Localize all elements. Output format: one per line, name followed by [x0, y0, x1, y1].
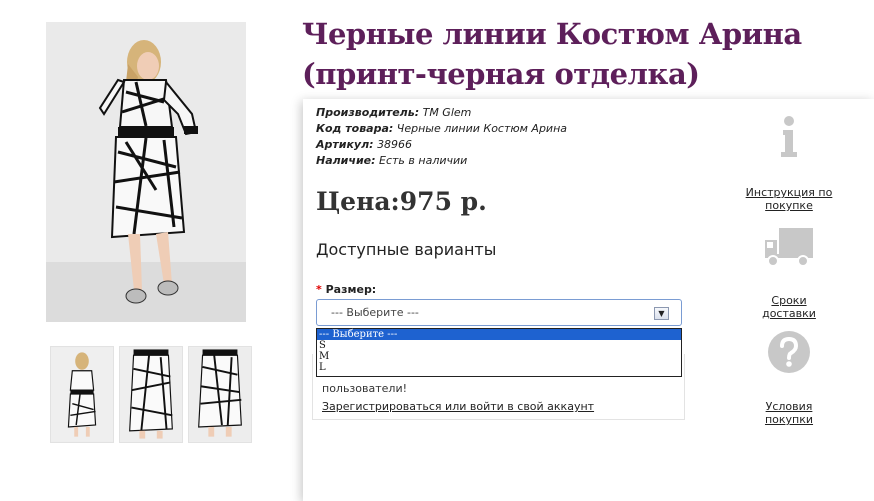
delivery-terms-link[interactable]: Сроки доставки [743, 294, 835, 320]
size-dropdown-list[interactable]: --- Выберите --- S M L [316, 328, 682, 377]
spec-product-code: Код товара: Черные линии Костюм Арина [316, 122, 568, 135]
thumbnail-2-image [120, 347, 182, 442]
purchase-conditions-link[interactable]: Условия покупки [742, 400, 836, 426]
product-title: Черные линии Костюм Арина (принт-черная … [302, 17, 802, 91]
thumbnail-3-image [189, 347, 251, 442]
info-icon [781, 116, 797, 157]
purchase-instructions-link[interactable]: Инструкция по покупке [723, 186, 855, 212]
available-options-heading: Доступные варианты [316, 240, 497, 259]
triangle-down-icon[interactable]: ▼ [654, 307, 669, 320]
truck-icon [765, 228, 813, 267]
main-product-photo[interactable] [46, 22, 246, 322]
product-page: Черные линии Костюм Арина (принт-черная … [0, 0, 874, 501]
size-option[interactable]: S [317, 340, 681, 351]
thumbnail-1[interactable] [50, 346, 114, 443]
thumbnail-2[interactable] [119, 346, 183, 443]
thumbnail-1-image [51, 347, 113, 442]
spec-article: Артикул: 38966 [316, 138, 413, 151]
spec-availability: Наличие: Есть в наличии [316, 154, 468, 167]
product-specs: Производитель: ТМ Glem Код товара: Черны… [316, 105, 567, 169]
register-login-link[interactable]: Зарегистрироваться или войти в свой акка… [322, 400, 594, 413]
size-option[interactable]: M [317, 351, 681, 362]
notice-text: пользователи! [322, 382, 408, 395]
size-label: * Размер: [316, 283, 376, 296]
size-option[interactable]: --- Выберите --- [317, 329, 681, 340]
purchase-instructions-block[interactable]: Инструкция по покупке [723, 114, 855, 212]
spec-manufacturer: Производитель: ТМ Glem [316, 106, 472, 119]
delivery-terms-block[interactable]: Сроки доставки [743, 226, 835, 320]
question-icon [768, 331, 810, 373]
size-label-text: Размер: [325, 283, 377, 296]
size-select-value: --- Выберите --- [331, 306, 419, 319]
product-price: Цена:975 р. [316, 187, 487, 216]
size-option[interactable]: L [317, 362, 681, 373]
size-select[interactable]: --- Выберите --- ▼ [316, 299, 682, 326]
thumbnail-3[interactable] [188, 346, 252, 443]
purchase-conditions-block[interactable]: Условия покупки [742, 330, 836, 426]
model-photo-image [46, 22, 246, 322]
required-mark: * [316, 283, 322, 296]
